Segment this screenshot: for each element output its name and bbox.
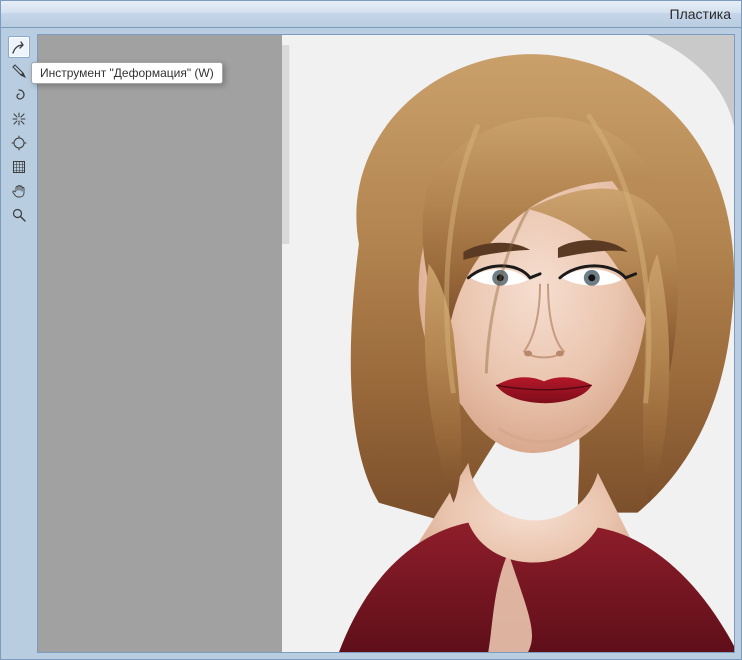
tool-pucker[interactable] <box>8 108 30 130</box>
workspace: Инструмент "Деформация" (W) <box>1 28 741 659</box>
toolbar: Инструмент "Деформация" (W) <box>7 34 31 653</box>
forward-warp-icon <box>11 39 27 55</box>
hand-icon <box>11 183 27 199</box>
tooltip-text: Инструмент "Деформация" (W) <box>40 66 214 80</box>
window-title: Пластика <box>670 6 731 22</box>
tool-freeze-mask[interactable] <box>8 156 30 178</box>
liquify-window: Пластика <box>0 0 742 660</box>
tool-hand[interactable] <box>8 180 30 202</box>
reconstruct-icon <box>11 63 27 79</box>
titlebar[interactable]: Пластика <box>1 1 741 28</box>
tooltip: Инструмент "Деформация" (W) <box>31 62 223 84</box>
bloat-icon <box>11 135 27 151</box>
tool-reconstruct[interactable] <box>8 60 30 82</box>
freeze-mask-icon <box>11 159 27 175</box>
pucker-icon <box>11 111 27 127</box>
image-document[interactable] <box>282 35 734 652</box>
tool-twirl[interactable] <box>8 84 30 106</box>
tool-forward-warp[interactable] <box>8 36 30 58</box>
twirl-icon <box>11 87 27 103</box>
canvas-area[interactable] <box>37 34 735 653</box>
zoom-icon <box>11 207 27 223</box>
tool-bloat[interactable] <box>8 132 30 154</box>
tool-zoom[interactable] <box>8 204 30 226</box>
